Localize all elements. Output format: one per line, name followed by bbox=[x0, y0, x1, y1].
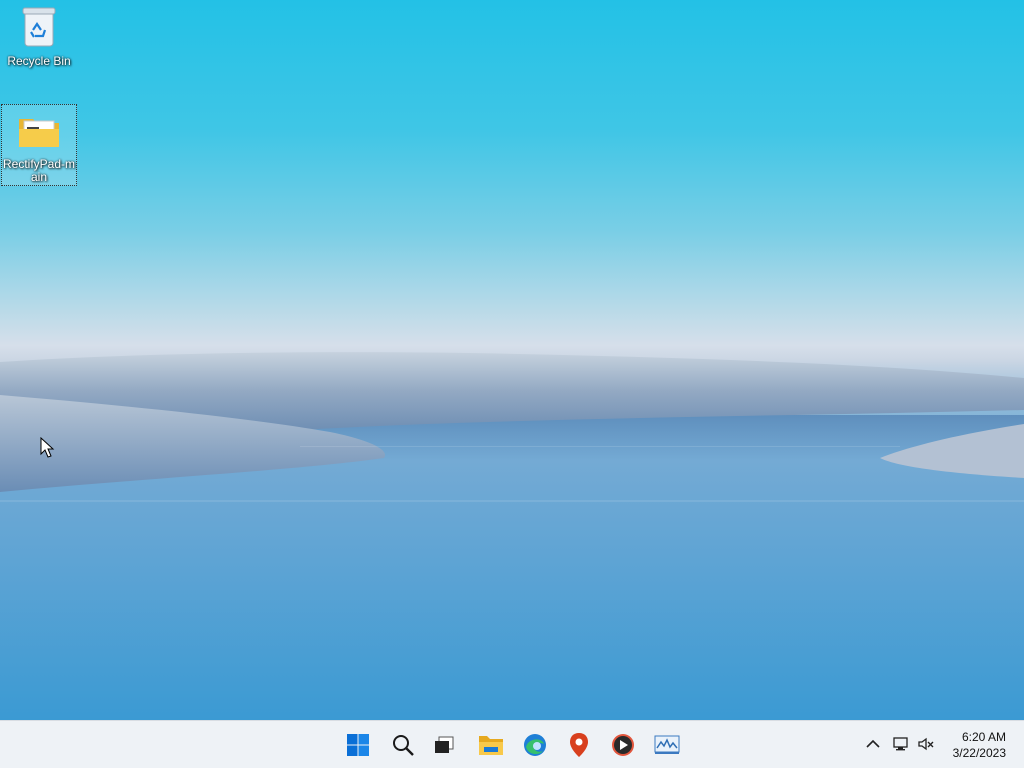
clock[interactable]: 6:20 AM 3/22/2023 bbox=[953, 729, 1006, 761]
clock-date: 3/22/2023 bbox=[952, 746, 1006, 760]
chevron-up-icon bbox=[866, 739, 880, 748]
folder-icon bbox=[479, 736, 503, 755]
mouse-pointer-icon bbox=[40, 437, 55, 458]
volume-status[interactable] bbox=[915, 733, 937, 755]
recycle-bin-shortcut[interactable]: Recycle Bin bbox=[1, 6, 77, 68]
maps-button[interactable] bbox=[563, 729, 595, 761]
wallpaper bbox=[0, 352, 1024, 720]
windows-logo-icon bbox=[347, 734, 369, 756]
search-button[interactable] bbox=[387, 729, 419, 761]
taskbar: 6:20 AM 3/22/2023 bbox=[0, 720, 1024, 768]
speaker-muted-icon bbox=[918, 737, 934, 751]
task-view-icon bbox=[435, 736, 454, 753]
map-pin-icon bbox=[570, 733, 588, 757]
desktop[interactable]: Recycle Bin RectifyPad-main bbox=[0, 0, 1024, 720]
recycle-bin-icon bbox=[22, 7, 56, 47]
start-button[interactable] bbox=[342, 729, 374, 761]
clock-time: 6:20 AM bbox=[961, 730, 1006, 744]
chart-monitor-icon bbox=[654, 735, 680, 754]
search-icon bbox=[393, 735, 414, 756]
file-explorer-button[interactable] bbox=[475, 729, 507, 761]
rectifypad-folder-label: RectifyPad-main bbox=[2, 157, 76, 184]
network-status[interactable] bbox=[890, 733, 912, 755]
edge-button[interactable] bbox=[519, 729, 551, 761]
show-hidden-icons-button[interactable] bbox=[862, 733, 884, 755]
rectifypad-folder-shortcut[interactable]: RectifyPad-main bbox=[1, 104, 77, 186]
edge-browser-icon bbox=[524, 734, 546, 756]
media-player-button[interactable] bbox=[607, 729, 639, 761]
media-player-icon bbox=[612, 734, 634, 756]
network-icon bbox=[893, 737, 908, 751]
folder-icon bbox=[19, 119, 59, 147]
recycle-bin-label: Recycle Bin bbox=[7, 54, 71, 68]
task-view-button[interactable] bbox=[428, 729, 460, 761]
performance-monitor-button[interactable] bbox=[651, 729, 683, 761]
